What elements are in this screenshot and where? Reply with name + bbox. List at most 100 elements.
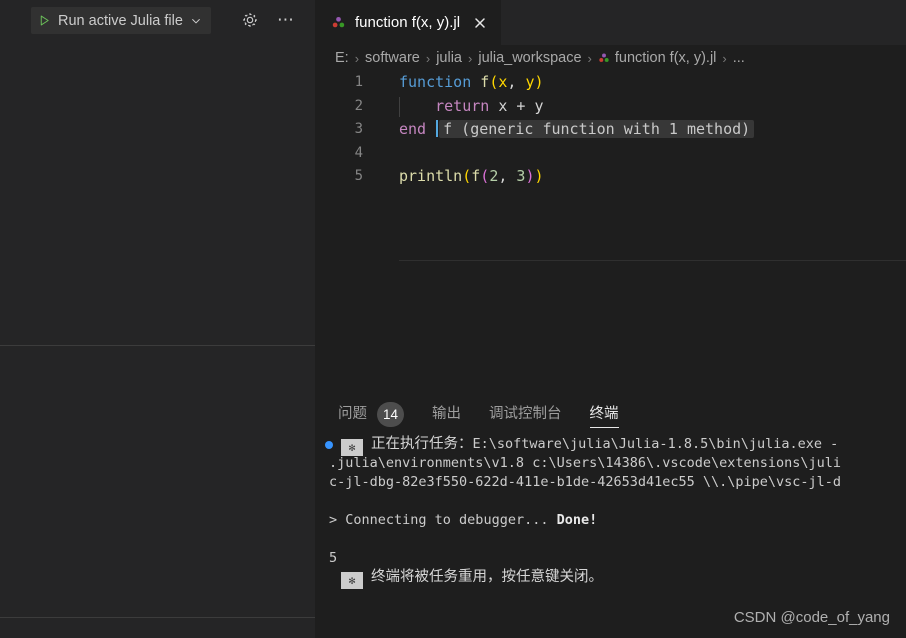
breadcrumb-separator: › bbox=[468, 50, 473, 66]
terminal-line: .julia\environments\v1.8 c:\Users\14386\… bbox=[315, 454, 906, 473]
breadcrumb-separator: › bbox=[425, 50, 431, 66]
play-triangle-icon bbox=[40, 15, 49, 26]
terminal-cn-text: 终端将被任务重用，按任意键关闭。 bbox=[371, 569, 603, 585]
terminal-mono-text: c-jl-dbg-82e3f550-622d-411e-b1de-42653d4… bbox=[329, 474, 842, 490]
run-active-julia-file-button[interactable]: Run active Julia file bbox=[31, 7, 211, 34]
breadcrumb-separator: › bbox=[354, 50, 360, 66]
code-editor[interactable]: 1 function f(x, y) 2 return x + y 3 end f (g… bbox=[315, 71, 906, 393]
code-line[interactable]: 5 println(f(2, 3)) bbox=[315, 165, 906, 189]
code-token: ( bbox=[462, 167, 472, 185]
breadcrumb-separator: › bbox=[587, 50, 592, 66]
terminal-output[interactable]: ✻ 正在执行任务：E:\software\julia\Julia-1.8.5\bi… bbox=[315, 435, 906, 638]
code-token: y bbox=[525, 96, 544, 115]
terminal-mono-text: 5 bbox=[329, 550, 338, 566]
breadcrumb-item-4[interactable]: function f(x, y).jl bbox=[615, 49, 717, 67]
terminal-line: > Connecting to debugger... Done! bbox=[315, 511, 906, 530]
breadcrumb: E: › software › julia › julia_workspace … bbox=[315, 45, 906, 71]
breadcrumb-item-5[interactable]: ... bbox=[733, 49, 745, 67]
code-token: f bbox=[471, 167, 481, 185]
line-number: 3 bbox=[354, 121, 363, 137]
julia-file-icon bbox=[332, 16, 345, 28]
gear-icon bbox=[243, 13, 257, 27]
panel-tab-label: 问题 bbox=[338, 406, 367, 422]
more-actions-button[interactable]: ⋯ bbox=[275, 10, 297, 30]
terminal-mono-text: E:\software\julia\Julia-1.8.5\bin\julia.… bbox=[472, 436, 839, 452]
line-number: 1 bbox=[354, 74, 363, 90]
code-token: ( bbox=[489, 73, 499, 91]
code-token: ) bbox=[534, 167, 544, 185]
code-token: x bbox=[489, 96, 517, 115]
line-number: 2 bbox=[354, 97, 363, 114]
run-button-label: Run active Julia file bbox=[58, 12, 183, 29]
code-token: println bbox=[399, 167, 463, 185]
code-line-text: function f(x, y) bbox=[399, 71, 544, 95]
chevron-down-icon[interactable] bbox=[190, 15, 202, 27]
code-token: end bbox=[399, 120, 427, 138]
panel-tab-bar: 问题 14 输出 调试控制台 终端 bbox=[315, 393, 906, 435]
line-number: 5 bbox=[354, 168, 363, 184]
terminal-line: ✻ 正在执行任务：E:\software\julia\Julia-1.8.5\bi… bbox=[315, 435, 906, 456]
editor-tab-bar: function f(x, y).jl bbox=[315, 0, 906, 45]
code-line[interactable]: 4 bbox=[315, 142, 906, 166]
code-token: , bbox=[498, 167, 517, 185]
terminal-line: 5 bbox=[315, 549, 906, 568]
terminal-line: ✻ 终端将被任务重用，按任意键关闭。 bbox=[315, 568, 906, 589]
panel-tab-badge: 14 bbox=[377, 401, 405, 427]
breadcrumb-separator: › bbox=[722, 50, 727, 66]
code-line[interactable]: 2 return x + y bbox=[315, 95, 906, 119]
bottom-panel: 问题 14 输出 调试控制台 终端 ✻ 正在执行任务：E:\software\julia\… bbox=[315, 393, 906, 638]
panel-tab-label: 终端 bbox=[589, 406, 619, 422]
panel-tab-label: 调试控制台 bbox=[489, 406, 562, 422]
sidebar-toolbar: Run active Julia file ⋯ bbox=[0, 0, 315, 40]
panel-tab-0[interactable]: 问题 14 bbox=[338, 393, 405, 435]
vscode-window: Run active Julia file ⋯ function f(x, y)… bbox=[0, 0, 906, 638]
code-token: f bbox=[480, 73, 490, 91]
panel-tab-3[interactable]: 终端 bbox=[589, 393, 619, 435]
code-token: function bbox=[399, 73, 472, 91]
terminal-prompt: > bbox=[329, 512, 338, 528]
terminal-bold-text: Done! bbox=[556, 512, 598, 528]
text-cursor bbox=[436, 120, 439, 137]
sidebar-pane-upper bbox=[0, 40, 315, 345]
breadcrumb-item-0[interactable]: E: bbox=[335, 49, 349, 67]
code-token: return bbox=[435, 96, 490, 115]
code-token: , bbox=[507, 73, 526, 91]
panel-tab-2[interactable]: 调试控制台 bbox=[489, 393, 562, 435]
asterisk-badge-icon: ✻ bbox=[341, 572, 363, 589]
panel-tab-1[interactable]: 输出 bbox=[432, 393, 461, 435]
breadcrumb-item-3[interactable]: julia_workspace bbox=[478, 49, 581, 67]
sidebar-pane-middle bbox=[0, 346, 315, 617]
sidebar-pane-lower bbox=[0, 618, 315, 638]
task-status-dot-icon bbox=[325, 441, 333, 449]
close-icon[interactable] bbox=[472, 15, 488, 31]
julia-file-icon bbox=[599, 53, 609, 62]
code-token: ) bbox=[534, 73, 544, 91]
editor-line-underline bbox=[399, 260, 906, 261]
tab-title: function f(x, y).jl bbox=[355, 13, 461, 31]
editor-tab-function-f[interactable]: function f(x, y).jl bbox=[315, 0, 502, 45]
breadcrumb-item-2[interactable]: julia bbox=[436, 49, 462, 67]
breadcrumb-item-1[interactable]: software bbox=[365, 49, 420, 67]
settings-gear-button[interactable] bbox=[240, 10, 260, 30]
terminal-mono-text: Connecting to debugger... bbox=[337, 512, 557, 528]
line-number: 4 bbox=[354, 144, 363, 161]
panel-tab-label: 输出 bbox=[432, 406, 462, 422]
inlay-hint: f (generic function with 1 method) bbox=[439, 120, 755, 138]
terminal-cn-text: 正在执行任务： bbox=[371, 436, 473, 452]
terminal-line: c-jl-dbg-82e3f550-622d-411e-b1de-42653d4… bbox=[315, 473, 906, 492]
code-token: ( bbox=[480, 167, 490, 185]
code-token: 2 bbox=[489, 167, 499, 185]
code-area[interactable]: 1 function f(x, y) 2 return x + y 3 end f (g… bbox=[315, 71, 906, 189]
code-line-text: end f (generic function with 1 method) bbox=[399, 118, 755, 142]
code-line-text: return x + y bbox=[399, 95, 544, 119]
terminal-mono-text: .julia\environments\v1.8 c:\Users\14386\… bbox=[329, 455, 842, 471]
code-line[interactable]: 1 function f(x, y) bbox=[315, 71, 906, 95]
code-line[interactable]: 3 end f (generic function with 1 method) bbox=[315, 118, 906, 142]
sidebar: Run active Julia file ⋯ bbox=[0, 0, 315, 638]
code-line-text: println(f(2, 3)) bbox=[399, 165, 544, 189]
